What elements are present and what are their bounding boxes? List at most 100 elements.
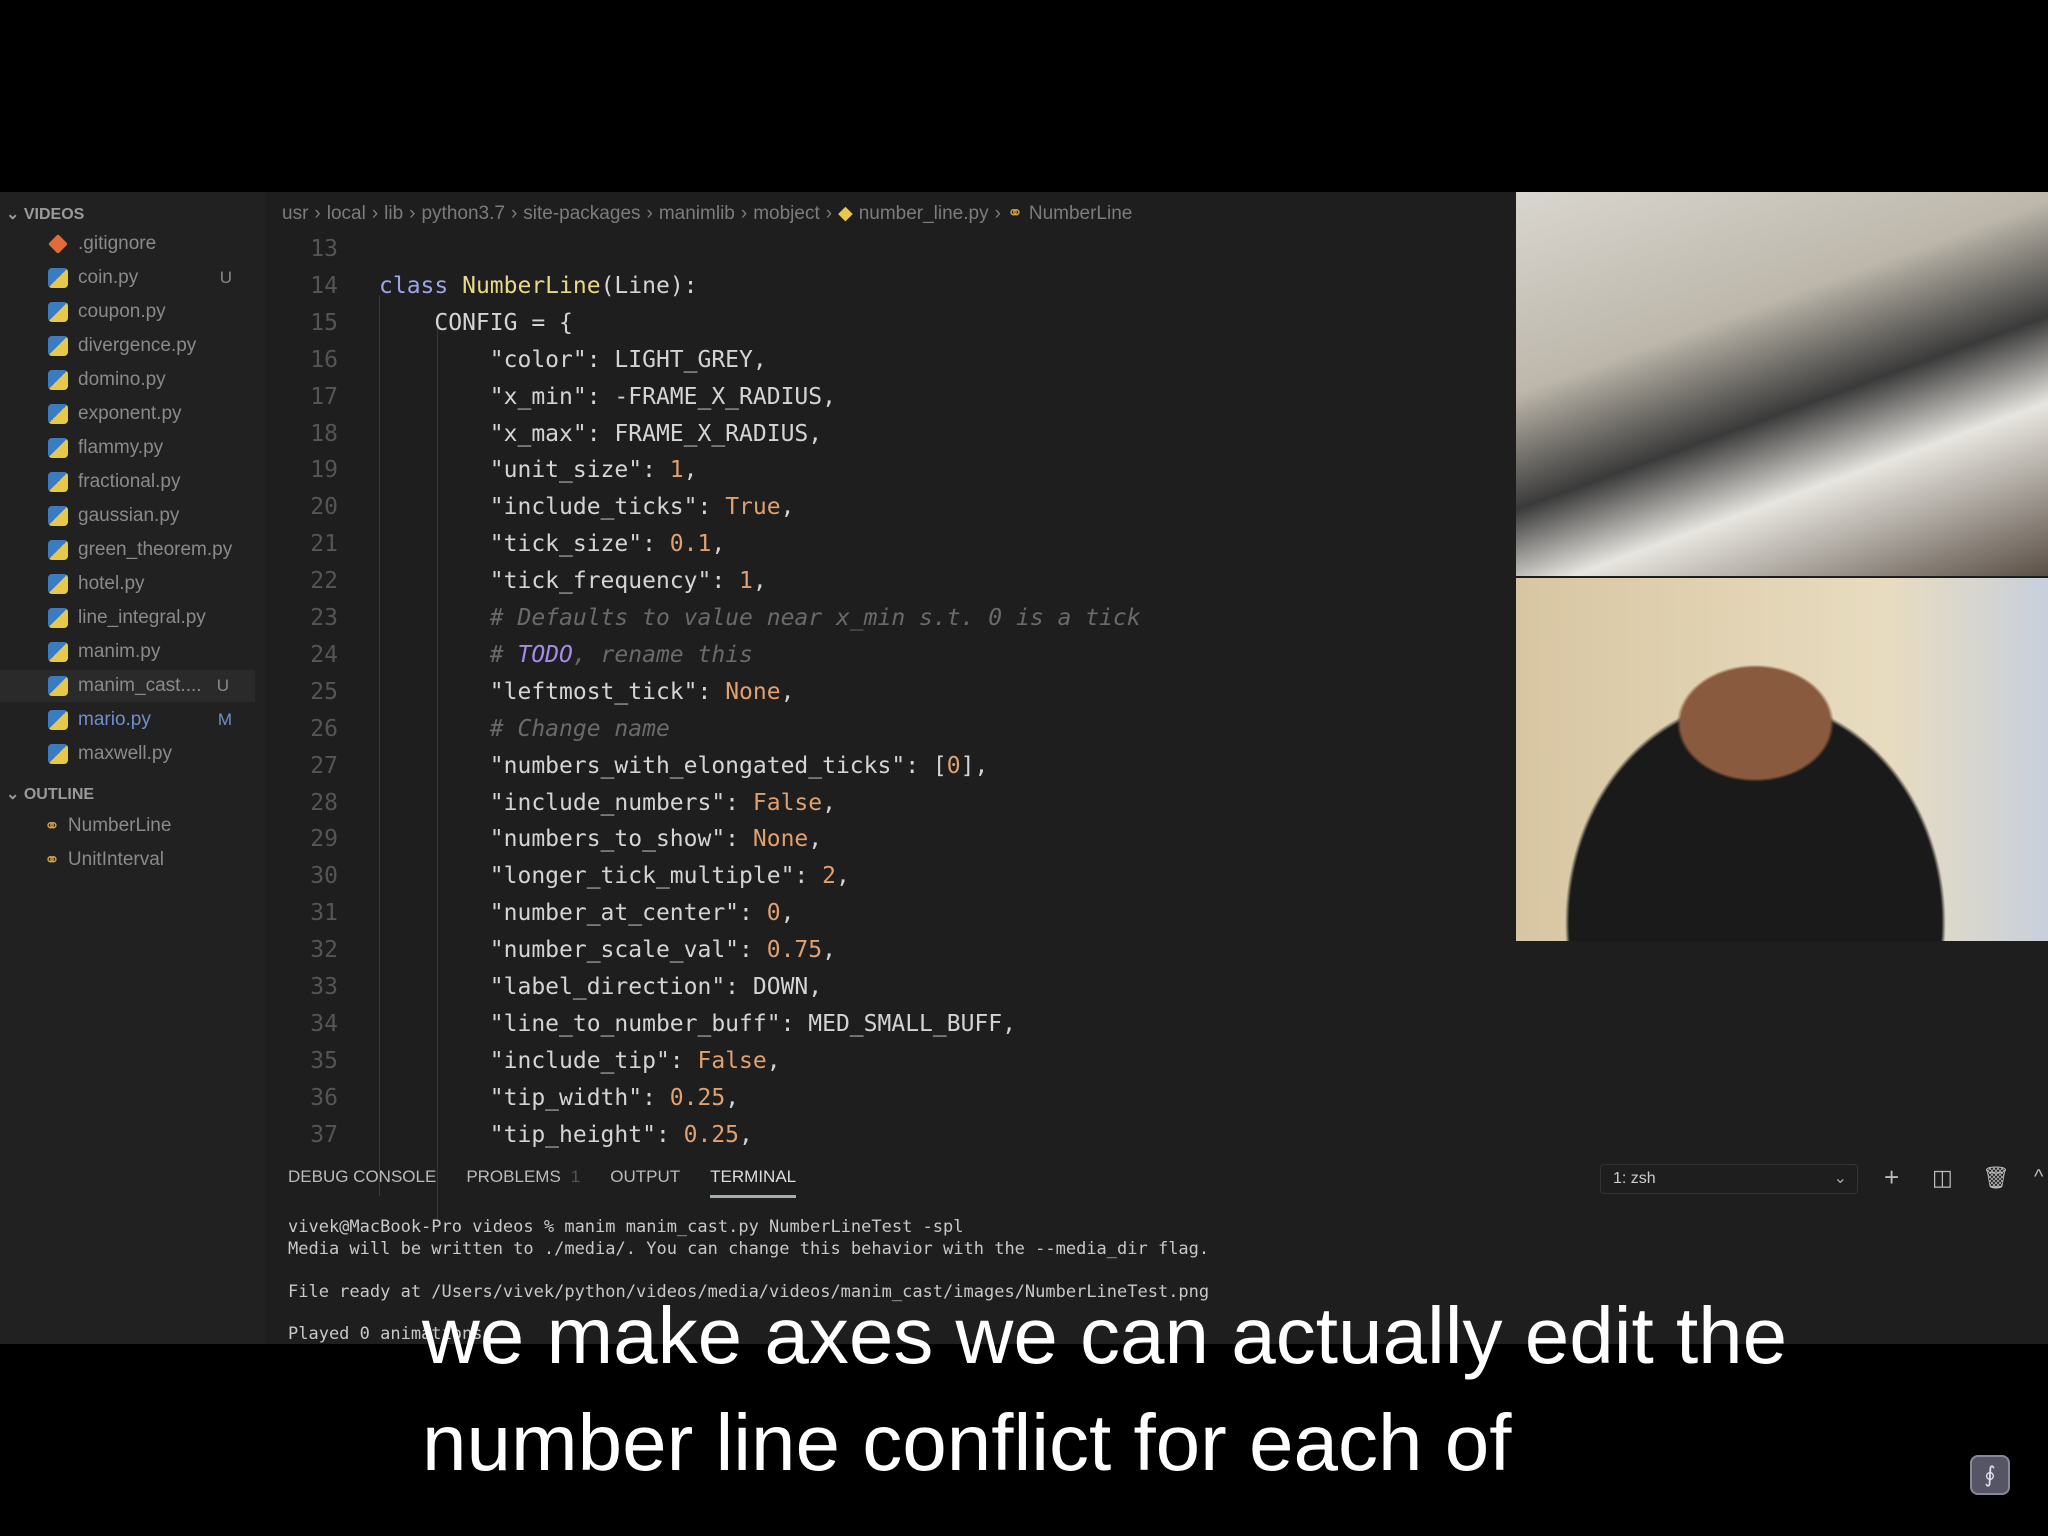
python-icon bbox=[48, 744, 68, 764]
python-icon bbox=[48, 472, 68, 492]
file-item[interactable]: exponent.py bbox=[48, 398, 258, 430]
outline-item[interactable]: ⚭ NumberLine bbox=[44, 810, 171, 842]
breadcrumb-item[interactable]: python3.7 bbox=[421, 203, 504, 224]
chevron-right-icon: › bbox=[371, 203, 379, 224]
panel-tab-debug-console[interactable]: DEBUG CONSOLE bbox=[288, 1167, 436, 1198]
file-name: gaussian.py bbox=[78, 505, 180, 526]
file-item[interactable]: coin.py U bbox=[48, 262, 258, 294]
outline-label: UnitInterval bbox=[67, 849, 165, 870]
file-item[interactable]: flammy.py bbox=[48, 432, 258, 464]
class-symbol-icon: ⚭ bbox=[1006, 203, 1023, 224]
chevron-up-icon[interactable]: ^ bbox=[2034, 1166, 2043, 1189]
line-number: 20 bbox=[310, 494, 338, 521]
line-number: 14 bbox=[310, 272, 338, 299]
section-videos[interactable]: ⌄ VIDEOS bbox=[6, 204, 84, 224]
explorer-sidebar: ⌄ VIDEOS ⌄ OUTLINE .gitignore coin.py U cou… bbox=[0, 192, 265, 1344]
file-item[interactable]: green_theorem.py bbox=[48, 534, 258, 566]
line-number: 35 bbox=[310, 1047, 338, 1074]
code-token: 2 bbox=[822, 863, 836, 890]
file-name: coin.py bbox=[78, 267, 139, 288]
file-item[interactable]: fractional.py bbox=[48, 466, 258, 498]
problems-count-badge: 1 bbox=[570, 1167, 581, 1186]
code-line: "number_at_center": 0, bbox=[379, 900, 795, 927]
code-line: class NumberLine(Line): bbox=[379, 273, 698, 299]
trash-icon[interactable]: 🗑 bbox=[1982, 1165, 2010, 1191]
file-name: coupon.py bbox=[78, 301, 166, 322]
breadcrumb-item[interactable]: NumberLine bbox=[1029, 203, 1133, 224]
tab-label: DEBUG CONSOLE bbox=[288, 1167, 437, 1186]
line-number: 16 bbox=[310, 346, 338, 373]
code-token: False bbox=[752, 789, 823, 816]
code-token: NumberLine bbox=[462, 272, 601, 299]
panel-tab-terminal[interactable]: TERMINAL bbox=[710, 1167, 797, 1198]
class-symbol-icon: ⚭ bbox=[44, 849, 60, 871]
file-item[interactable]: line_integral.py bbox=[48, 602, 258, 634]
outline-item[interactable]: ⚭ UnitInterval bbox=[44, 844, 164, 876]
section-videos-label: VIDEOS bbox=[23, 206, 85, 223]
breadcrumb-item[interactable]: manimlib bbox=[659, 203, 735, 224]
line-number: 28 bbox=[310, 789, 338, 816]
file-item[interactable]: coupon.py bbox=[48, 296, 258, 328]
python-icon bbox=[48, 642, 68, 662]
file-item[interactable]: mario.py M bbox=[48, 704, 258, 736]
code-token: 0.75 bbox=[766, 937, 823, 964]
code-line: "tip_height": 0.25, bbox=[379, 1122, 753, 1148]
file-item[interactable]: hotel.py bbox=[48, 568, 258, 600]
code-token: 0 bbox=[766, 900, 781, 927]
split-terminal-icon[interactable]: ◫ bbox=[1932, 1165, 1953, 1191]
code-line: "line_to_number_buff": MED_SMALL_BUFF, bbox=[379, 1011, 1016, 1037]
code-line: # Change name bbox=[379, 716, 670, 742]
code-token: True bbox=[725, 494, 781, 521]
file-item[interactable]: divergence.py bbox=[48, 330, 258, 362]
python-icon: ◆ bbox=[838, 203, 853, 224]
file-name: fractional.py bbox=[78, 471, 181, 492]
breadcrumb-item[interactable]: usr bbox=[282, 203, 308, 224]
panel-tab-problems[interactable]: PROBLEMS 1 bbox=[466, 1167, 580, 1198]
breadcrumb-item[interactable]: local bbox=[327, 203, 366, 224]
file-name: exponent.py bbox=[78, 403, 182, 424]
code-line: "color": LIGHT_GREY, bbox=[379, 347, 767, 373]
code-token: "tip_width": bbox=[379, 1084, 670, 1111]
subtitle-line-2: number line conflict for each of bbox=[422, 1398, 1512, 1487]
git-icon bbox=[48, 234, 68, 254]
section-outline[interactable]: ⌄ OUTLINE bbox=[6, 784, 94, 804]
breadcrumb-item[interactable]: mobject bbox=[753, 203, 820, 224]
code-line: "tick_size": 0.1, bbox=[379, 531, 725, 557]
outline-label: NumberLine bbox=[67, 815, 172, 836]
terminal-shell-select[interactable]: 1: zsh ⌄ bbox=[1600, 1164, 1858, 1194]
code-token: "leftmost_tick": bbox=[379, 678, 726, 705]
file-item[interactable]: manim_cast.... U bbox=[0, 670, 255, 702]
file-name: line_integral.py bbox=[78, 607, 206, 628]
line-number: 31 bbox=[310, 900, 338, 927]
code-line: # TODO, rename this bbox=[379, 642, 753, 668]
code-token: "x_max": FRAME_X_RADIUS, bbox=[379, 420, 823, 447]
code-token: class bbox=[379, 272, 463, 299]
file-item[interactable]: .gitignore bbox=[48, 228, 258, 260]
panel-tab-output[interactable]: OUTPUT bbox=[610, 1167, 680, 1198]
line-number: 26 bbox=[310, 715, 338, 742]
line-number: 32 bbox=[310, 937, 338, 964]
code-token: , bbox=[822, 789, 836, 816]
code-token: , bbox=[711, 531, 726, 558]
code-token: # bbox=[379, 641, 518, 668]
code-token: CONFIG = { bbox=[379, 309, 573, 336]
breadcrumb-item[interactable]: lib bbox=[384, 203, 403, 224]
file-item[interactable]: manim.py bbox=[48, 636, 258, 668]
code-token: 0.25 bbox=[683, 1121, 740, 1148]
code-token: , bbox=[822, 937, 836, 964]
line-number: 18 bbox=[310, 420, 338, 447]
code-token: # Change name bbox=[379, 715, 670, 742]
breadcrumb-item[interactable]: number_line.py bbox=[859, 203, 989, 224]
file-item[interactable]: maxwell.py bbox=[48, 738, 258, 770]
file-item[interactable]: gaussian.py bbox=[48, 500, 258, 532]
new-terminal-icon[interactable]: + bbox=[1884, 1162, 1899, 1193]
code-line: "label_direction": DOWN, bbox=[379, 974, 822, 1000]
tab-label: TERMINAL bbox=[710, 1167, 797, 1186]
code-token: "line_to_number_buff": MED_SMALL_BUFF, bbox=[379, 1010, 1016, 1037]
file-item[interactable]: domino.py bbox=[48, 364, 258, 396]
tab-label: OUTPUT bbox=[610, 1167, 681, 1186]
file-name: mario.py bbox=[78, 709, 151, 730]
code-token: , bbox=[766, 1047, 781, 1074]
chevron-right-icon: › bbox=[646, 203, 653, 224]
breadcrumb-item[interactable]: site-packages bbox=[523, 203, 640, 224]
